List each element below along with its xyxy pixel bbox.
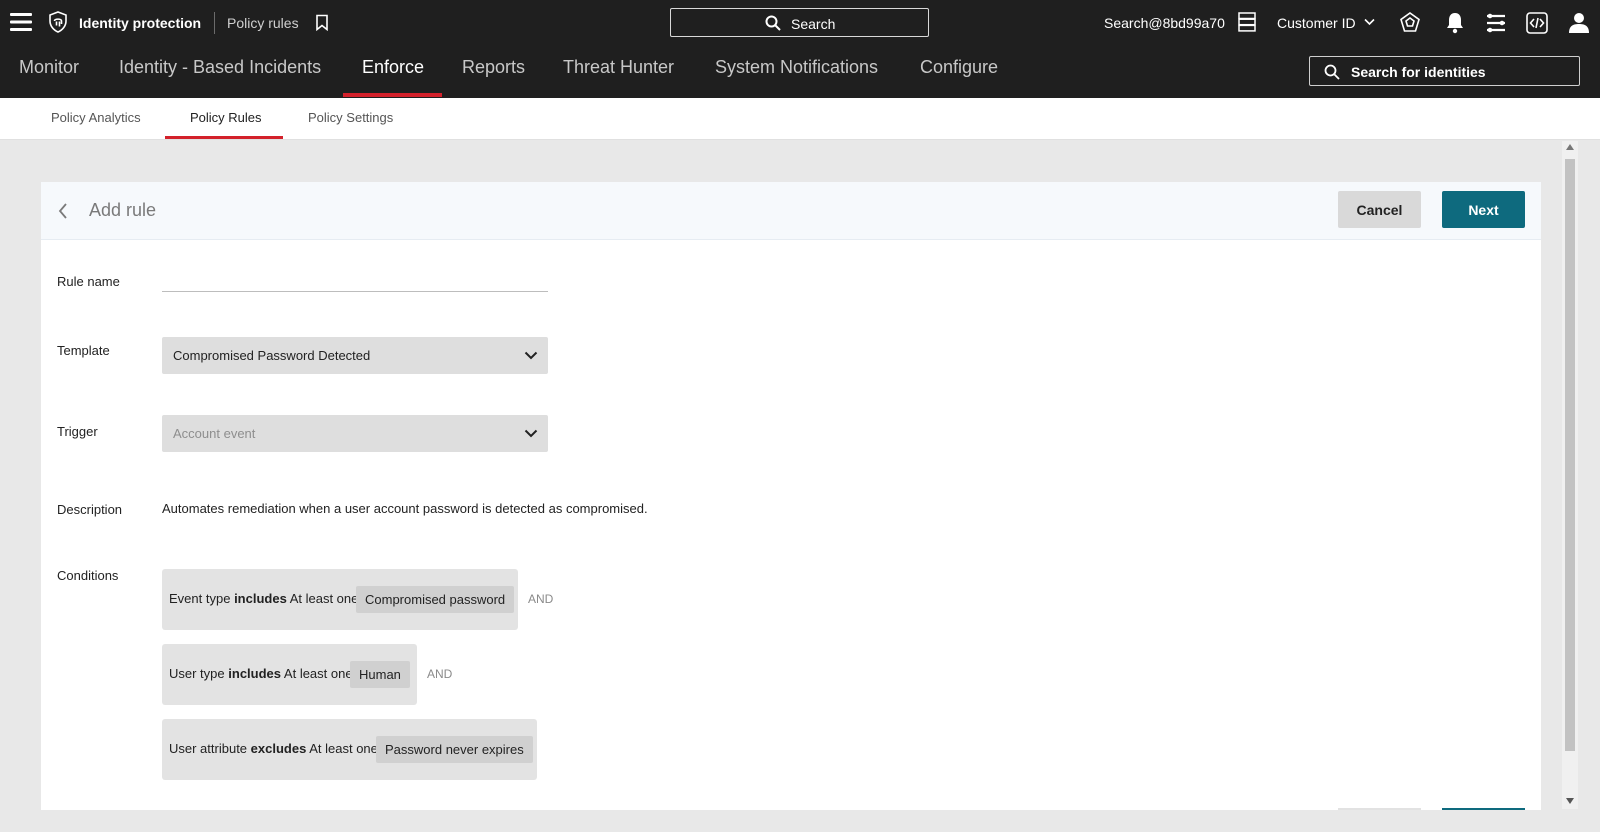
code-icon[interactable] <box>1525 11 1549 35</box>
server-icon[interactable] <box>1238 12 1256 32</box>
condition-text: User attribute excludes At least one <box>169 741 378 756</box>
condition-text: Event type includes At least one <box>169 591 358 606</box>
and-joiner: AND <box>528 592 554 606</box>
description-text: Automates remediation when a user accoun… <box>162 501 648 516</box>
template-select[interactable]: Compromised Password Detected <box>162 337 548 374</box>
app-title: Identity protection <box>79 15 202 31</box>
stack-icon[interactable] <box>1484 11 1508 35</box>
rule-name-input[interactable] <box>162 267 548 292</box>
global-search-label: Search <box>791 16 836 32</box>
identity-search-input[interactable]: Search for identities <box>1309 56 1580 86</box>
condition-value-chip[interactable]: Password never expires <box>376 736 533 763</box>
condition-operator: excludes <box>250 741 307 756</box>
condition-row[interactable]: User type includes At least one Human <box>162 644 417 705</box>
badge-icon[interactable] <box>1398 11 1422 35</box>
active-nav-indicator <box>343 93 442 97</box>
nav-item-threat-hunter[interactable]: Threat Hunter <box>563 57 674 78</box>
page-scrollbar[interactable] <box>1562 141 1578 809</box>
and-joiner: AND <box>427 667 453 681</box>
nav-item-enforce[interactable]: Enforce <box>362 57 424 78</box>
condition-quantifier: At least one <box>289 591 359 606</box>
tab-policy-rules[interactable]: Policy Rules <box>190 110 262 125</box>
top-bar: Identity protection Policy rules Search … <box>0 0 1600 46</box>
bottom-next-button[interactable] <box>1442 808 1525 810</box>
account-name[interactable]: Search@8bd99a70 <box>1104 15 1225 31</box>
chevron-down-icon <box>524 351 538 360</box>
back-arrow-icon[interactable] <box>57 202 69 220</box>
global-search-button[interactable]: Search <box>670 8 929 37</box>
search-icon <box>1324 64 1340 80</box>
scroll-up-icon[interactable] <box>1566 144 1574 150</box>
bottom-cancel-button[interactable] <box>1338 808 1421 810</box>
trigger-value: Account event <box>173 426 256 441</box>
cancel-button[interactable]: Cancel <box>1338 191 1421 228</box>
nav-item-monitor[interactable]: Monitor <box>19 57 79 78</box>
trigger-label: Trigger <box>57 424 98 439</box>
topbar-divider <box>214 12 215 34</box>
breadcrumb[interactable]: Policy rules <box>227 15 299 31</box>
scrollbar-thumb[interactable] <box>1565 159 1575 751</box>
condition-field: User attribute <box>169 741 248 756</box>
condition-row[interactable]: Event type includes At least one Comprom… <box>162 569 518 630</box>
condition-operator: includes <box>228 666 282 681</box>
next-button[interactable]: Next <box>1442 191 1525 228</box>
description-label: Description <box>57 502 123 517</box>
add-rule-card: Add rule Cancel Next Rule name Template … <box>41 182 1541 810</box>
condition-operator: includes <box>234 591 287 606</box>
page-title: Add rule <box>89 200 157 220</box>
condition-text: User type includes At least one <box>169 666 353 681</box>
condition-field: User type <box>169 666 225 681</box>
tab-policy-settings[interactable]: Policy Settings <box>308 110 393 125</box>
active-tab-indicator <box>165 136 283 139</box>
trigger-select[interactable]: Account event <box>162 415 548 452</box>
tab-policy-analytics[interactable]: Policy Analytics <box>51 110 141 125</box>
nav-item-identity-incidents[interactable]: Identity - Based Incidents <box>119 57 321 78</box>
nav-item-system-notifications[interactable]: System Notifications <box>715 57 878 78</box>
rule-name-label: Rule name <box>57 274 120 289</box>
condition-field: Event type <box>169 591 231 606</box>
card-header: Add rule Cancel Next <box>41 182 1541 240</box>
nav-item-reports[interactable]: Reports <box>462 57 525 78</box>
identity-search-placeholder: Search for identities <box>1351 64 1486 80</box>
condition-value-chip[interactable]: Compromised password <box>356 586 515 613</box>
condition-quantifier: At least one <box>283 666 353 681</box>
template-label: Template <box>57 343 110 358</box>
condition-quantifier: At least one <box>309 741 378 756</box>
search-icon <box>765 15 781 31</box>
chevron-down-icon <box>524 429 538 438</box>
bookmark-icon[interactable] <box>315 14 329 31</box>
bell-icon[interactable] <box>1443 11 1467 35</box>
sub-tabs: Policy Analytics Policy Rules Policy Set… <box>0 98 1600 140</box>
scroll-down-icon[interactable] <box>1566 798 1574 804</box>
condition-value-chip[interactable]: Human <box>350 661 410 688</box>
condition-row[interactable]: User attribute excludes At least one Pas… <box>162 719 537 780</box>
chevron-down-icon[interactable] <box>1364 18 1375 26</box>
template-value: Compromised Password Detected <box>173 348 371 363</box>
conditions-label: Conditions <box>57 568 119 583</box>
menu-icon[interactable] <box>10 12 32 32</box>
nav-item-configure[interactable]: Configure <box>920 57 998 78</box>
user-icon[interactable] <box>1567 11 1591 35</box>
main-nav: Monitor Identity - Based Incidents Enfor… <box>0 46 1600 98</box>
customer-id-selector[interactable]: Customer ID <box>1277 15 1356 31</box>
fingerprint-shield-icon <box>49 11 67 33</box>
